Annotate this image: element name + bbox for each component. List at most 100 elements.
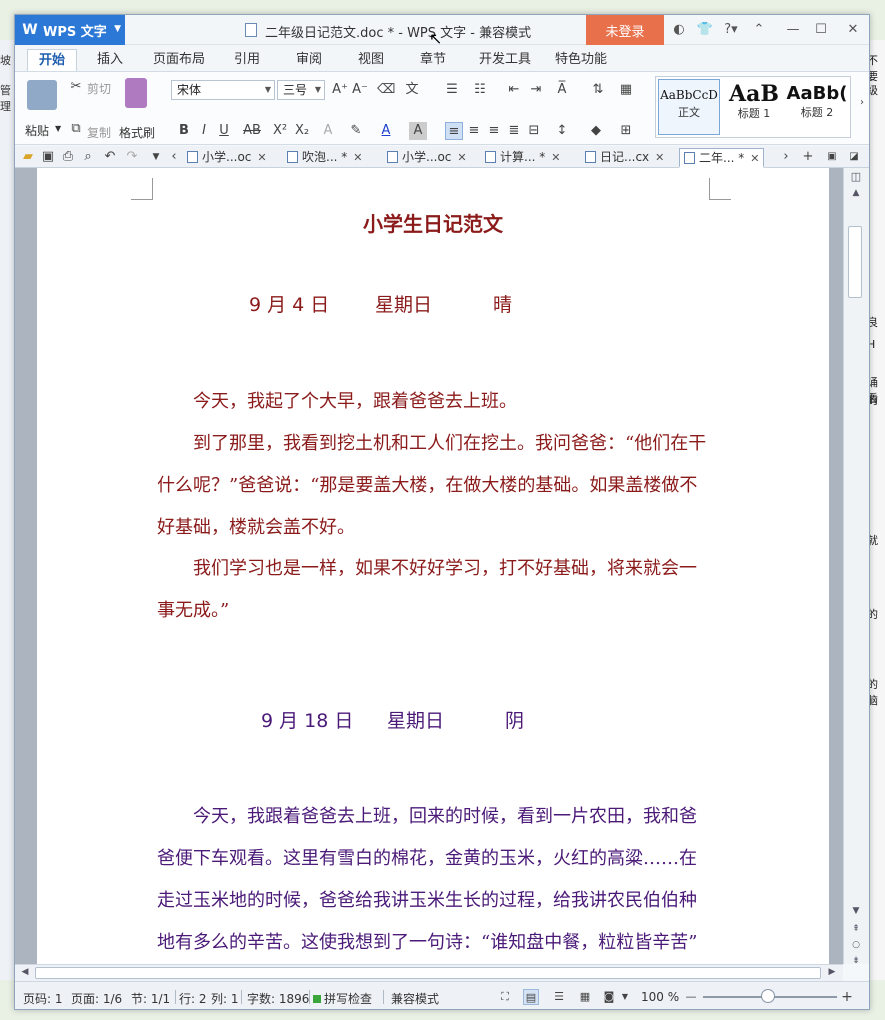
numbered-list-icon[interactable]: ☷: [471, 81, 489, 99]
tab-review[interactable]: 审阅: [289, 49, 329, 71]
align-right-icon[interactable]: ≡: [485, 122, 503, 140]
close-icon[interactable]: ✕: [551, 151, 560, 164]
chevron-down-icon[interactable]: ▼: [617, 989, 633, 1005]
doc-tab[interactable]: 计算... * ✕: [485, 148, 560, 168]
table-icon[interactable]: ▦: [617, 81, 635, 99]
outline-view-icon[interactable]: ☰: [551, 989, 567, 1005]
chevron-right-icon[interactable]: ›: [777, 148, 795, 166]
collapse-ribbon-icon[interactable]: ⌃: [749, 21, 769, 39]
new-tab-icon[interactable]: +: [799, 148, 817, 166]
shirt-icon[interactable]: 👕: [695, 21, 715, 39]
justify-icon[interactable]: ≣: [505, 122, 523, 140]
tab-options-icon[interactable]: ◪: [845, 148, 863, 166]
format-painter-button[interactable]: 格式刷: [119, 124, 155, 141]
status-word-count[interactable]: 字数: 1896: [247, 990, 309, 1007]
close-icon[interactable]: ✕: [750, 152, 759, 165]
web-view-icon[interactable]: ▦: [577, 989, 593, 1005]
clear-format-icon[interactable]: ⌫: [377, 81, 395, 99]
zoom-level[interactable]: 100 %: [641, 990, 679, 1004]
style-heading-1[interactable]: AaB 标题 1: [724, 79, 784, 135]
style-normal[interactable]: AaBbCcD 正文: [658, 79, 720, 135]
tab-developer[interactable]: 开发工具: [473, 49, 537, 71]
open-folder-icon[interactable]: ▰: [19, 148, 37, 166]
chevron-down-icon[interactable]: ▼: [147, 148, 165, 166]
bullet-list-icon[interactable]: ☰: [443, 81, 461, 99]
doc-tab[interactable]: 吹泡... * ✕: [287, 148, 362, 168]
status-pages[interactable]: 页面: 1/6: [71, 990, 122, 1007]
scroll-up-icon[interactable]: ▲: [848, 188, 864, 202]
highlight-icon[interactable]: ✎: [347, 122, 365, 140]
doc-tab[interactable]: 日记...cx ✕: [585, 148, 664, 168]
document-page[interactable]: 小学生日记范文 9 月 4 日 星期日 晴 今天，我起了个大早，跟着爸爸去上班。…: [37, 168, 829, 964]
app-menu-button[interactable]: W WPS 文字 ▼: [15, 15, 125, 45]
text-effect-icon[interactable]: A: [319, 122, 337, 140]
distributed-align-icon[interactable]: ⊟: [525, 122, 543, 140]
increase-indent-icon[interactable]: ⇥: [527, 81, 545, 99]
status-section[interactable]: 节: 1/1: [131, 990, 170, 1007]
status-page-number[interactable]: 页码: 1: [23, 990, 63, 1007]
help-icon[interactable]: ?▾: [721, 21, 741, 39]
sort-icon[interactable]: ⇅: [589, 81, 607, 99]
minimize-icon[interactable]: —: [783, 21, 803, 39]
zoom-slider-handle[interactable]: [761, 989, 775, 1003]
doc-tab[interactable]: 小学...oc ✕: [387, 148, 467, 168]
align-center-icon[interactable]: ≡: [465, 122, 483, 140]
align-left-icon[interactable]: ≡: [445, 122, 463, 140]
close-icon[interactable]: ✕: [457, 151, 466, 164]
fullscreen-icon[interactable]: ⛶: [497, 989, 513, 1005]
spell-check-toggle[interactable]: 拼写检查: [313, 990, 372, 1007]
split-view-icon[interactable]: ◫: [848, 170, 864, 184]
print-preview-icon[interactable]: ⌕: [79, 148, 97, 166]
tab-references[interactable]: 引用: [227, 49, 267, 71]
tab-page-layout[interactable]: 页面布局: [147, 49, 211, 71]
format-painter-icon[interactable]: [125, 78, 147, 108]
save-icon[interactable]: ▣: [39, 148, 57, 166]
close-icon[interactable]: ✕: [353, 151, 362, 164]
copy-icon[interactable]: ⧉: [67, 120, 85, 138]
reading-mode-icon[interactable]: ◙: [601, 989, 617, 1005]
doc-tab[interactable]: 小学...oc ✕: [187, 148, 267, 168]
browse-object-icon[interactable]: ○: [848, 940, 864, 954]
border-icon[interactable]: ⊞: [617, 122, 635, 140]
status-row[interactable]: 行: 2: [179, 990, 207, 1007]
skin-icon[interactable]: ◐: [669, 21, 689, 39]
page-view-icon[interactable]: ▤: [523, 989, 539, 1005]
scissors-icon[interactable]: ✂: [67, 78, 85, 96]
text-direction-icon[interactable]: A̅: [553, 81, 571, 99]
close-icon[interactable]: ✕: [257, 151, 266, 164]
shrink-font-icon[interactable]: A⁻: [351, 81, 369, 99]
redo-icon[interactable]: ↷: [123, 148, 141, 166]
close-icon[interactable]: ✕: [655, 151, 664, 164]
scroll-thumb[interactable]: [848, 226, 862, 298]
superscript-icon[interactable]: X²: [271, 122, 289, 140]
chevron-right-icon[interactable]: ›: [853, 94, 869, 112]
grow-font-icon[interactable]: A⁺: [331, 81, 349, 99]
italic-icon[interactable]: I: [195, 122, 213, 140]
vertical-scrollbar[interactable]: ◫ ▲ ▼ ⇞ ○ ⇟: [843, 168, 869, 966]
zoom-in-icon[interactable]: +: [839, 989, 855, 1005]
horizontal-scrollbar[interactable]: ◀ ▶: [15, 964, 843, 981]
print-icon[interactable]: ⎙: [59, 148, 77, 166]
tab-section[interactable]: 章节: [413, 49, 453, 71]
zoom-out-icon[interactable]: —: [683, 989, 699, 1005]
scroll-down-icon[interactable]: ▼: [848, 906, 864, 920]
chevron-left-icon[interactable]: ‹: [165, 148, 183, 166]
tab-view[interactable]: 视图: [351, 49, 391, 71]
paste-icon[interactable]: [27, 80, 57, 110]
paragraph-shading-icon[interactable]: ◆: [587, 122, 605, 140]
chevron-down-icon[interactable]: ▼: [55, 124, 61, 133]
scroll-thumb[interactable]: [35, 967, 821, 979]
font-name-select[interactable]: 宋体 ▼: [171, 80, 275, 100]
tab-special[interactable]: 特色功能: [549, 49, 613, 71]
decrease-indent-icon[interactable]: ⇤: [505, 81, 523, 99]
subscript-icon[interactable]: X₂: [293, 122, 311, 140]
font-size-select[interactable]: 三号 ▼: [277, 80, 325, 100]
doc-tab-active[interactable]: 二年... * ✕: [679, 148, 765, 168]
close-icon[interactable]: ✕: [843, 21, 863, 39]
paste-button[interactable]: 粘贴: [25, 122, 49, 139]
underline-icon[interactable]: U: [215, 122, 233, 140]
status-column[interactable]: 列: 1: [211, 990, 239, 1007]
pinyin-icon[interactable]: 文: [401, 81, 423, 99]
previous-page-icon[interactable]: ⇞: [848, 924, 864, 938]
bold-icon[interactable]: B: [175, 122, 193, 140]
